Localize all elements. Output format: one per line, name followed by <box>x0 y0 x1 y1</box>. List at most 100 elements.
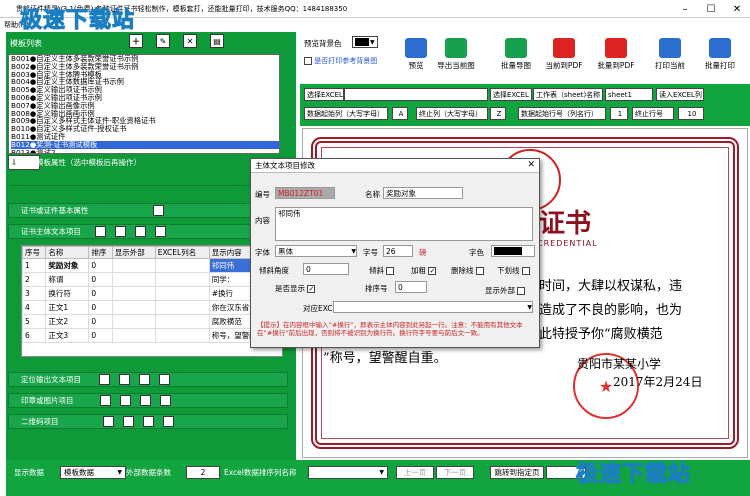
table-row[interactable]: 1 奖励对象 0 祁同伟 <box>22 258 282 273</box>
table-row[interactable]: 2 称谓 0 同学： <box>22 272 282 287</box>
start-row-input[interactable]: 1 <box>610 107 628 120</box>
cert-title: 证书 <box>539 209 592 239</box>
table-cell[interactable] <box>111 300 156 315</box>
content-input[interactable]: 祁同伟 <box>275 207 533 241</box>
table-cell[interactable] <box>154 286 210 301</box>
font-select[interactable]: 黑体 ▼ <box>275 245 357 257</box>
bold-label: 加粗 <box>411 266 426 275</box>
preview-bg-label: 预览背景色 <box>304 39 342 48</box>
table-cell[interactable] <box>111 328 156 343</box>
table-cell: 正文2 <box>45 314 90 329</box>
refresh-custom-icon[interactable]: ↻ <box>159 374 170 385</box>
remove-item-icon[interactable]: − <box>135 226 146 237</box>
ext-count-label: 外部数据条数 <box>126 468 171 477</box>
add-custom-icon[interactable]: ＋ <box>99 374 110 385</box>
strike-checkbox[interactable]: 删除线 <box>451 265 484 276</box>
table-cell[interactable] <box>111 258 156 273</box>
section-stamp[interactable]: 印章或图片项目 ＋ ✎ − ↻ <box>8 393 288 408</box>
show-ext-checkbox[interactable]: 显示外部 <box>485 285 526 296</box>
table-cell: 0 <box>88 286 113 301</box>
remove-qr-icon[interactable]: − <box>142 416 154 427</box>
table-cell[interactable] <box>154 314 210 329</box>
refresh-qr-icon[interactable]: ↻ <box>162 416 174 427</box>
prev-page-button[interactable]: 上一页 <box>396 466 434 479</box>
dialog-close-icon[interactable]: ✕ <box>527 160 535 170</box>
add-stamp-icon[interactable]: ＋ <box>99 395 111 406</box>
tilt-input[interactable]: 0 <box>303 263 349 275</box>
print-ref-bg-label: 是否打印参考背景图 <box>314 57 378 65</box>
edit-qr-icon[interactable]: ✎ <box>122 416 134 427</box>
template-list[interactable]: B001●自定义主体多装款荣誉证书示例 B002●自定义主体多装款荣誉证书示例 B0… <box>8 54 280 154</box>
remove-custom-icon[interactable]: − <box>139 374 150 385</box>
section-basic-attrs[interactable]: 证书或证件基本属性 ▦ <box>8 203 288 218</box>
export-current-image-button[interactable]: 导出当前图 <box>428 38 484 71</box>
goto-page-button[interactable]: 跳转到指定页 <box>490 466 544 479</box>
color-picker[interactable] <box>491 245 535 257</box>
italic-checkbox[interactable]: 倾斜 <box>369 265 395 276</box>
minimize-icon[interactable]: – <box>672 0 698 18</box>
table-row[interactable]: 4 正文1 0 你在汉东省公 <box>22 300 282 315</box>
name-input[interactable]: 奖励对象 <box>383 187 463 199</box>
table-cell: 3 <box>22 286 47 301</box>
edit-item-icon[interactable]: ✎ <box>115 226 126 237</box>
underline-checkbox[interactable]: 下划线 <box>497 265 530 276</box>
edit-stamp-icon[interactable]: ✎ <box>119 395 131 406</box>
end-col-input[interactable]: Z <box>490 107 506 120</box>
table-cell[interactable] <box>154 258 210 273</box>
sheet-input[interactable]: sheet1 <box>605 88 653 101</box>
choose-excel-button[interactable]: 选择EXCEL <box>304 88 344 101</box>
remove-stamp-icon[interactable]: − <box>139 395 151 406</box>
size-input[interactable]: 26 <box>383 245 413 257</box>
current-to-pdf-button[interactable]: 当前到PDF <box>536 38 592 71</box>
table-row[interactable]: 6 正文3 0 称号，望警醒自 <box>22 328 282 343</box>
choose-excel2-button[interactable]: 选择EXCEL <box>490 88 532 101</box>
basic-settings-icon[interactable]: ▦ <box>152 205 164 216</box>
read-excel-button[interactable]: 读入EXCEL列 <box>656 88 704 101</box>
table-cell[interactable] <box>154 272 210 287</box>
refresh-item-icon[interactable]: ↻ <box>155 226 166 237</box>
end-row-label: 终止行号 <box>632 107 674 120</box>
section-main-text[interactable]: 证书主体文本项目 ＋ ✎ − ↻ <box>8 224 288 239</box>
delete-template-icon[interactable]: ✕ <box>183 34 197 48</box>
bold-checkbox[interactable]: 加粗 ✓ <box>411 265 437 276</box>
batch-to-pdf-button[interactable]: 批量到PDF <box>588 38 644 71</box>
sort-input[interactable]: 0 <box>395 281 427 293</box>
table-row[interactable]: 5 正文2 0 腐败横范 <box>22 314 282 329</box>
add-item-icon[interactable]: ＋ <box>95 226 106 237</box>
section-custom-text[interactable]: 定位输出文本项目 ＋ ✎ − ↻ <box>8 372 288 387</box>
print-current-button[interactable]: 打印当前 <box>642 38 698 71</box>
template-list-label: 模板列表 <box>10 39 42 48</box>
refresh-stamp-icon[interactable]: ↻ <box>159 395 171 406</box>
batch-print-button[interactable]: 批量打印 <box>692 38 748 71</box>
excel-path-input[interactable] <box>344 88 488 101</box>
close-icon[interactable]: ✕ <box>724 0 750 18</box>
show-checkbox[interactable]: 是否显示 ✓ <box>275 283 316 294</box>
edit-custom-icon[interactable]: ✎ <box>119 374 130 385</box>
excel-sort-select[interactable]: ▼ <box>308 466 388 479</box>
table-cell[interactable] <box>111 314 156 329</box>
maximize-icon[interactable]: ☐ <box>698 0 724 18</box>
display-data-select[interactable]: 模板数据 ▼ <box>60 466 126 479</box>
start-col-input[interactable]: A <box>392 107 408 120</box>
edit-template-icon[interactable]: ✎ <box>156 34 170 48</box>
excel-col-select[interactable]: ▼ <box>333 301 533 313</box>
template-list-item[interactable]: B013●测试2 <box>11 148 279 153</box>
end-row-input[interactable]: 10 <box>678 107 704 120</box>
save-template-icon[interactable]: ▤ <box>210 34 224 48</box>
underline-label: 下划线 <box>497 266 520 275</box>
print-ref-bg-checkbox[interactable]: 是否打印参考背景图 <box>304 56 377 66</box>
sheet-label: 工作表（sheet)名称 <box>533 88 603 101</box>
cert-subtitle: CREDENTIAL <box>537 239 598 248</box>
cert-date: 2017年2月24日 <box>613 375 703 389</box>
table-cell[interactable] <box>111 272 156 287</box>
table-cell[interactable] <box>111 286 156 301</box>
next-page-button[interactable]: 下一页 <box>436 466 474 479</box>
show-ext-label: 显示外部 <box>485 286 515 295</box>
new-template-icon[interactable]: ＋ <box>129 34 143 48</box>
section-qrcode[interactable]: 二维码项目 ＋ ✎ − ↻ <box>8 414 288 429</box>
table-cell[interactable] <box>154 328 210 343</box>
add-qr-icon[interactable]: ＋ <box>102 416 114 427</box>
table-row[interactable]: 3 换行符 0 #换行 <box>22 286 282 301</box>
table-cell[interactable] <box>154 300 210 315</box>
bg-color-picker[interactable]: ▼ <box>352 36 378 48</box>
